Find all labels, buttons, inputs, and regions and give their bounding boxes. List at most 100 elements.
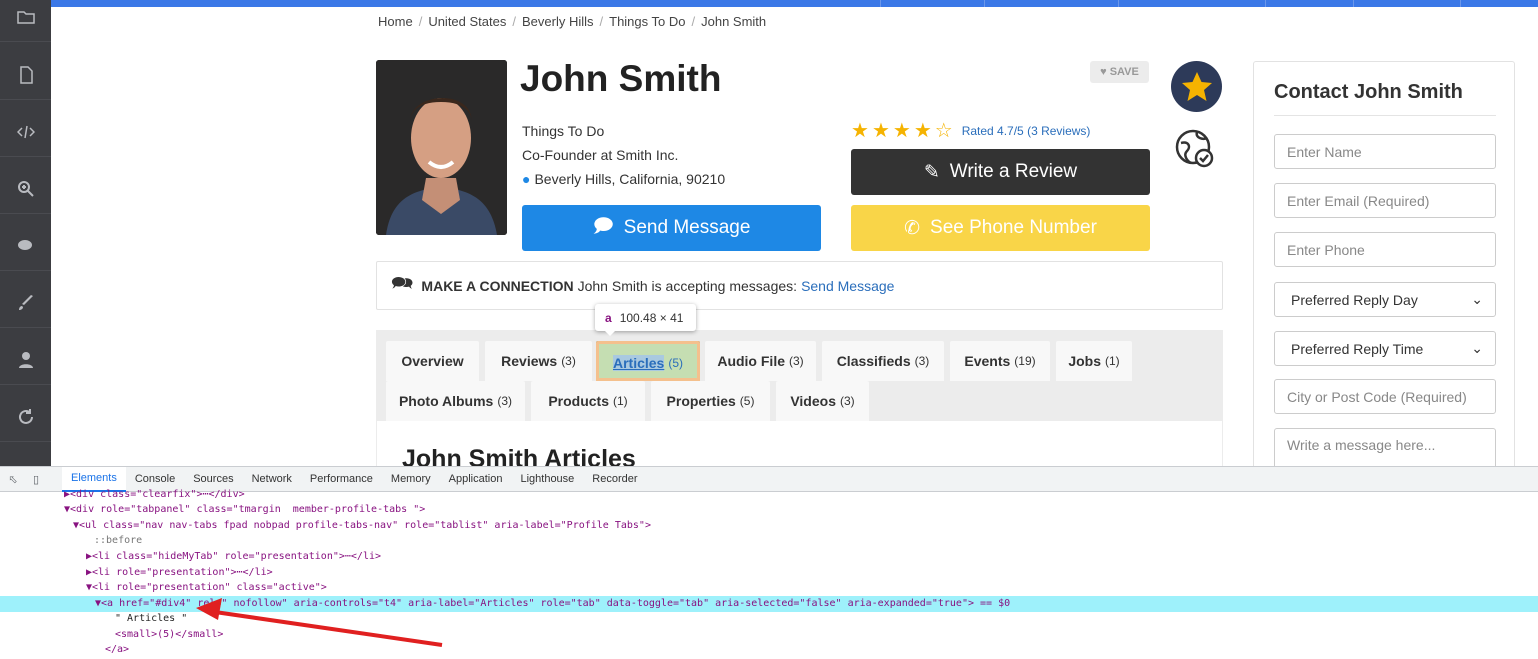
tab-count: (3)	[839, 394, 855, 408]
tooltip-tag: a	[605, 310, 612, 325]
file-icon[interactable]	[0, 50, 51, 100]
comments-icon[interactable]	[0, 221, 51, 271]
reply-time-select[interactable]: Preferred Reply Time ⌄	[1274, 331, 1496, 366]
tab-products[interactable]: Products (1)	[531, 381, 645, 421]
send-message-button[interactable]: 🗩 Send Message	[522, 205, 821, 251]
breadcrumb: Home / United States / Beverly Hills / Thin…	[378, 14, 767, 29]
divider	[1274, 115, 1496, 116]
phone-icon: ✆	[904, 217, 921, 239]
dom-node[interactable]: ▶<li role="presentation">⋯</li>	[0, 565, 1538, 581]
reply-day-value: Preferred Reply Day	[1291, 291, 1418, 308]
rating-value: Rated 4.7/5	[961, 123, 1024, 138]
tab-jobs[interactable]: Jobs (1)	[1056, 341, 1132, 381]
save-button[interactable]: ♥ SAVE	[1090, 61, 1149, 83]
search-plus-icon[interactable]	[0, 164, 51, 214]
folder-icon[interactable]	[0, 0, 51, 42]
tab-count: (3)	[497, 394, 513, 408]
dom-node[interactable]: ▼<ul class="nav nav-tabs fpad nobpad pro…	[0, 518, 1538, 534]
code-icon[interactable]	[0, 107, 51, 157]
map-marker-icon: ●	[522, 171, 531, 187]
tab-label: Products	[548, 393, 609, 409]
tab-count: (19)	[1014, 354, 1036, 368]
dom-node-selected[interactable]: ▼<a href="#div4" rel=" nofollow" aria-co…	[0, 596, 1538, 612]
tab-count: (3)	[789, 354, 804, 368]
reviews-link[interactable]: (3 Reviews)	[1027, 124, 1090, 138]
dom-tree: ▶<div class="clearfix">⋯</div> ▼<div rol…	[0, 489, 1538, 659]
breadcrumb-current: John Smith	[701, 14, 767, 29]
user-icon[interactable]	[0, 335, 51, 385]
connection-text: John Smith is accepting messages:	[577, 277, 798, 294]
dom-node[interactable]: <small>(5)</small>	[0, 627, 1538, 643]
tab-photo-albums[interactable]: Photo Albums (3)	[386, 381, 525, 421]
refresh-icon[interactable]	[0, 392, 51, 442]
star-icon: ★	[851, 120, 869, 142]
send-message-label: Send Message	[623, 217, 751, 238]
comments-icon: 🗪	[391, 272, 414, 293]
phone-input[interactable]: Enter Phone	[1274, 232, 1496, 267]
tab-label: Properties	[666, 393, 736, 409]
breadcrumb-city[interactable]: Beverly Hills	[522, 14, 594, 29]
tab-count: (3)	[914, 354, 930, 368]
breadcrumb-category[interactable]: Things To Do	[609, 14, 685, 29]
dom-text-node[interactable]: " Articles "	[0, 611, 1538, 627]
reply-day-select[interactable]: Preferred Reply Day ⌄	[1274, 282, 1496, 317]
profile-name: John Smith	[520, 58, 722, 99]
tab-label: Photo Albums	[398, 393, 494, 409]
heart-icon: ♥	[1100, 66, 1107, 78]
top-nav-strip	[51, 0, 1538, 7]
star-icon: ★	[913, 120, 932, 142]
dom-node[interactable]: ▶<div class="clearfix">⋯</div>	[0, 487, 1538, 503]
write-review-button[interactable]: ✎ Write a Review	[851, 149, 1150, 195]
connection-bar: 🗪 MAKE A CONNECTION John Smith is accept…	[376, 261, 1223, 310]
profile-tabs: Overview Reviews (3) Articles (5) Audio Fi…	[376, 330, 1223, 421]
comments-icon: 🗩	[592, 216, 614, 237]
dom-node[interactable]: ::before	[0, 533, 1538, 549]
see-phone-button[interactable]: ✆ See Phone Number	[851, 205, 1150, 251]
dom-node[interactable]: ▶<li class="hideMyTab" role="presentatio…	[0, 549, 1538, 565]
tab-label: Videos	[790, 393, 836, 409]
dom-node[interactable]: ▼<div role="tabpanel" class="tmargin mem…	[0, 502, 1538, 518]
tab-label: Audio File	[717, 353, 785, 369]
tab-count: (1)	[1105, 354, 1120, 368]
location-text: Beverly Hills, California, 90210	[534, 171, 726, 187]
save-label: SAVE	[1109, 66, 1139, 78]
brush-icon[interactable]	[0, 278, 51, 328]
profile-location: ● Beverly Hills, California, 90210	[522, 171, 725, 187]
inspect-element-icon[interactable]: ⬁	[3, 469, 23, 489]
dom-node[interactable]: </a>	[0, 642, 1538, 658]
tab-classifieds[interactable]: Classifieds (3)	[822, 341, 944, 381]
breadcrumb-home[interactable]: Home	[378, 14, 413, 29]
city-input[interactable]: City or Post Code (Required)	[1274, 379, 1496, 414]
tab-articles[interactable]: Articles (5)	[596, 341, 700, 381]
rating-text[interactable]: Rated 4.7/5 (3 Reviews)	[962, 124, 1091, 138]
dom-node[interactable]: ▼<li role="presentation" class="active">	[0, 580, 1538, 596]
name-input[interactable]: Enter Name	[1274, 134, 1496, 169]
message-textarea[interactable]: Write a message here...	[1274, 428, 1496, 470]
connection-label: MAKE A CONNECTION	[421, 277, 574, 294]
device-toolbar-icon[interactable]: ▯	[26, 469, 46, 489]
tab-label: Classifieds	[836, 353, 911, 369]
tab-properties[interactable]: Properties (5)	[651, 381, 770, 421]
breadcrumb-country[interactable]: United States	[428, 14, 506, 29]
tab-events[interactable]: Events (19)	[950, 341, 1050, 381]
see-phone-label: See Phone Number	[930, 217, 1097, 238]
star-icon: ★	[892, 120, 911, 142]
tab-label: Reviews	[501, 353, 558, 369]
tab-reviews[interactable]: Reviews (3)	[485, 341, 592, 381]
profile-category[interactable]: Things To Do	[522, 123, 604, 139]
write-review-label: Write a Review	[949, 161, 1078, 182]
email-input[interactable]: Enter Email (Required)	[1274, 183, 1496, 218]
connection-send-message-link[interactable]: Send Message	[801, 278, 894, 294]
tab-count: (5)	[668, 355, 684, 370]
tooltip-size: 100.48 × 41	[619, 310, 684, 325]
tab-label: Overview	[401, 353, 464, 369]
tab-audio-file[interactable]: Audio File (3)	[705, 341, 816, 381]
half-star-icon: ☆	[934, 120, 953, 142]
tab-videos[interactable]: Videos (3)	[776, 381, 869, 421]
tab-count: (3)	[561, 354, 576, 368]
tab-overview[interactable]: Overview	[386, 341, 479, 381]
tab-count: (1)	[613, 394, 628, 408]
chevron-down-icon: ⌄	[1471, 291, 1483, 307]
edit-icon: ✎	[923, 161, 940, 183]
verified-globe-icon	[1175, 129, 1215, 174]
